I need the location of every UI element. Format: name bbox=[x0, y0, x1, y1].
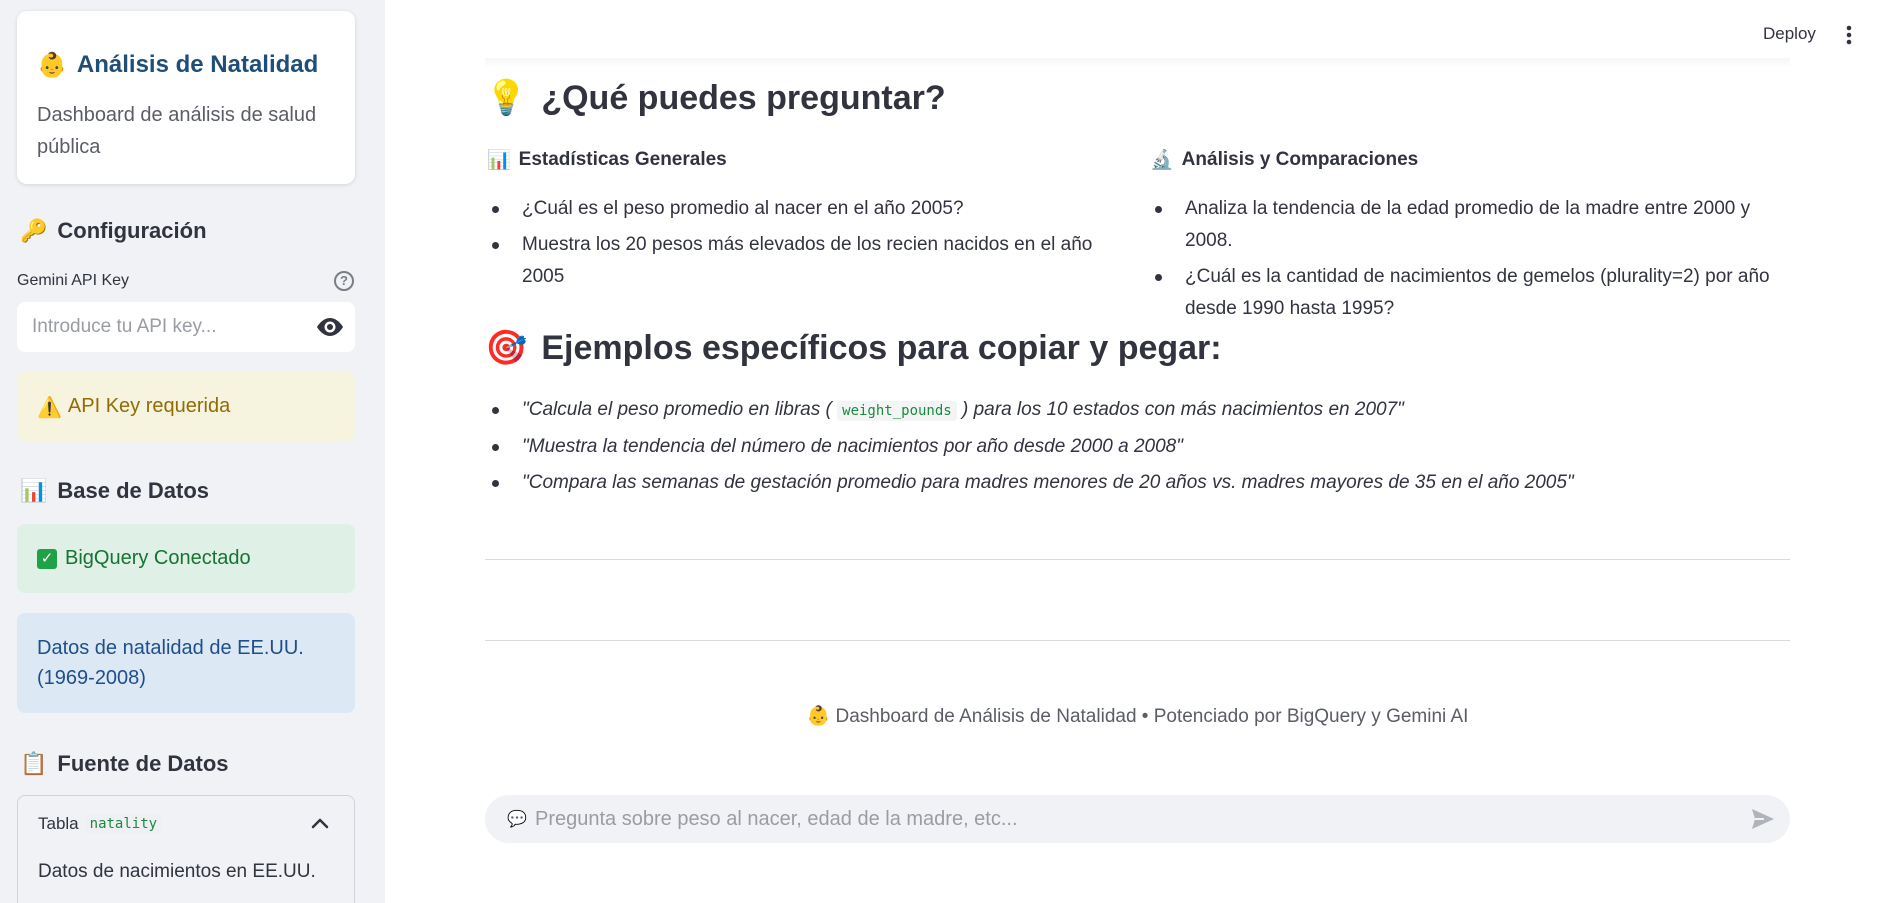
api-key-input[interactable] bbox=[17, 302, 297, 352]
api-key-label: Gemini API Key bbox=[17, 272, 130, 289]
app-title: 👶 Análisis de Natalidad bbox=[37, 51, 335, 79]
table-expander-label: Tabla bbox=[38, 814, 79, 833]
footer-text: 👶 Dashboard de Análisis de Natalidad • P… bbox=[806, 706, 1469, 727]
api-key-warning: ⚠️ API Key requerida bbox=[17, 372, 355, 441]
database-heading: 📊 Base de Datos bbox=[20, 478, 209, 504]
general-stats-list: ¿Cuál es el peso promedio al nacer en el… bbox=[487, 193, 1127, 297]
key-icon: 🔑 bbox=[20, 218, 48, 244]
bar-chart-icon: 📊 bbox=[487, 149, 511, 171]
general-stats-heading: 📊 Estadísticas Generales bbox=[487, 148, 727, 172]
source-heading-text: Fuente de Datos bbox=[57, 751, 229, 776]
table-expander: Tabla natality Datos de nacimientos en E… bbox=[17, 795, 355, 903]
chat-input-bar: 💬 bbox=[485, 795, 1790, 843]
list-item: "Muestra la tendencia del número de naci… bbox=[487, 431, 1787, 463]
warning-icon: ⚠️ bbox=[37, 394, 62, 419]
header-divider bbox=[485, 58, 1790, 68]
eye-icon[interactable] bbox=[315, 316, 345, 338]
questions-heading-text: ¿Qué puedes preguntar? bbox=[541, 78, 946, 117]
config-heading: 🔑 Configuración bbox=[20, 218, 207, 244]
bigquery-status-text: BigQuery Conectado bbox=[65, 547, 251, 569]
speech-balloon-icon: 💬 bbox=[507, 809, 527, 828]
examples-heading-text: Ejemplos específicos para copiar y pegar… bbox=[541, 328, 1222, 367]
general-stats-heading-text: Estadísticas Generales bbox=[518, 148, 727, 170]
table-expander-header[interactable]: Tabla natality bbox=[38, 814, 163, 834]
list-item: "Calcula el peso promedio en libras ( we… bbox=[487, 394, 1787, 427]
send-icon[interactable] bbox=[1750, 807, 1776, 831]
examples-list: "Calcula el peso promedio en libras ( we… bbox=[487, 394, 1787, 503]
analysis-list: Analiza la tendencia de la edad promedio… bbox=[1150, 193, 1790, 329]
api-key-field bbox=[17, 302, 355, 352]
analysis-heading-text: Análisis y Comparaciones bbox=[1181, 148, 1419, 170]
footer-divider bbox=[485, 640, 1790, 641]
source-heading: 📋 Fuente de Datos bbox=[20, 751, 229, 777]
help-icon[interactable]: ? bbox=[334, 271, 354, 291]
bar-chart-icon: 📊 bbox=[20, 478, 48, 504]
table-description: Datos de nacimientos en EE.UU. bbox=[38, 861, 316, 882]
target-icon: 🎯 bbox=[485, 328, 528, 368]
config-heading-text: Configuración bbox=[57, 218, 207, 243]
analysis-heading: 🔬 Análisis y Comparaciones bbox=[1150, 148, 1419, 172]
dataset-info: Datos de natalidad de EE.UU. (1969-2008) bbox=[17, 613, 355, 713]
light-bulb-icon: 💡 bbox=[485, 78, 528, 118]
example-text: ) para los 10 estados con más nacimiento… bbox=[962, 399, 1404, 420]
baby-icon: 👶 bbox=[37, 51, 67, 79]
list-item: ¿Cuál es la cantidad de nacimientos de g… bbox=[1150, 261, 1790, 325]
brand-card: 👶 Análisis de Natalidad Dashboard de aná… bbox=[17, 11, 355, 184]
clipboard-icon: 📋 bbox=[20, 751, 48, 777]
section-divider bbox=[485, 559, 1790, 560]
chat-input[interactable] bbox=[535, 795, 1715, 843]
list-item: Muestra los 20 pesos más elevados de los… bbox=[487, 229, 1127, 293]
check-mark-icon: ✓ bbox=[37, 548, 57, 569]
list-item: "Compara las semanas de gestación promed… bbox=[487, 467, 1787, 499]
microscope-icon: 🔬 bbox=[1150, 149, 1174, 171]
code-snippet: weight_pounds bbox=[837, 401, 957, 421]
list-item: ¿Cuál es el peso promedio al nacer en el… bbox=[487, 193, 1127, 225]
example-text: "Calcula el peso promedio en libras ( bbox=[522, 399, 832, 420]
list-item: Analiza la tendencia de la edad promedio… bbox=[1150, 193, 1790, 257]
more-options-icon[interactable] bbox=[1843, 24, 1855, 46]
database-heading-text: Base de Datos bbox=[57, 478, 210, 503]
chevron-up-icon[interactable] bbox=[310, 816, 330, 830]
app-subtitle: Dashboard de análisis de salud pública bbox=[37, 104, 317, 158]
deploy-button[interactable]: Deploy bbox=[1763, 24, 1816, 44]
bigquery-status: ✓ BigQuery Conectado bbox=[17, 524, 355, 593]
table-name-code: natality bbox=[84, 814, 163, 834]
warning-text: API Key requerida bbox=[67, 395, 231, 417]
dataset-info-text: Datos de natalidad de EE.UU. (1969-2008) bbox=[37, 637, 304, 689]
examples-heading: 🎯 Ejemplos específicos para copiar y peg… bbox=[485, 328, 1222, 368]
sidebar: 👶 Análisis de Natalidad Dashboard de aná… bbox=[0, 0, 385, 903]
app-title-text: Análisis de Natalidad bbox=[76, 51, 319, 78]
questions-heading: 💡 ¿Qué puedes preguntar? bbox=[485, 78, 946, 118]
